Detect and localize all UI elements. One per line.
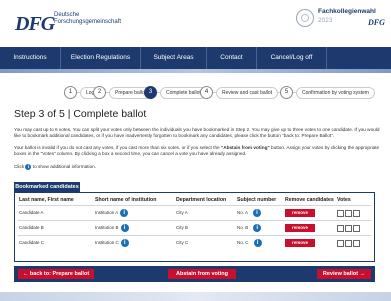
remove-button[interactable]: remove: [285, 209, 315, 217]
election-dfg-logo: DFG: [368, 18, 385, 27]
cell-subject: No. A i: [237, 209, 262, 217]
dfg-logo[interactable]: DFG: [15, 13, 55, 36]
subject-text: No. B: [237, 225, 249, 231]
logo-subtitle-line1: Deutsche: [54, 12, 80, 18]
info-icon[interactable]: i: [120, 224, 129, 232]
election-seal-icon: [296, 9, 314, 27]
col-name: Last name, First name: [19, 197, 74, 203]
subject-text: No. A: [237, 210, 249, 216]
nav-contact[interactable]: Contact: [207, 47, 257, 69]
remove-button[interactable]: remove: [285, 224, 315, 232]
cell-location: City A: [176, 210, 188, 215]
nav-instructions[interactable]: Instructions: [0, 47, 61, 69]
cell-institution: Institution Bi: [95, 224, 129, 232]
vote-checkbox[interactable]: [345, 240, 352, 247]
review-ballot-button[interactable]: Review ballot →: [317, 269, 371, 279]
cell-name: Candidate C: [19, 240, 45, 245]
cell-institution: Institution Ai: [95, 209, 129, 217]
step-5: 5 Confirmation by voting system: [280, 86, 375, 99]
nav-stripe: [0, 69, 391, 73]
instructions-para-3: Click i to show additional information.: [14, 164, 382, 171]
step-number: 2: [93, 86, 106, 99]
step-label: Confirmation by voting system: [296, 86, 375, 99]
bookmarked-candidates-tab[interactable]: Bookmarked candidates: [14, 182, 80, 192]
para2-text-a: Your ballot is invalid if you do not cas…: [14, 145, 221, 150]
vote-checkbox[interactable]: [353, 225, 360, 232]
col-subject-number: Subject number: [237, 197, 277, 203]
page-title: Step 3 of 5 | Complete ballot: [14, 108, 147, 120]
vote-checkbox[interactable]: [337, 210, 344, 217]
step-number: 5: [280, 86, 293, 99]
info-icon[interactable]: i: [120, 209, 129, 217]
step-4: 4 Review and cast ballot: [200, 86, 279, 99]
vote-checkbox[interactable]: [353, 240, 360, 247]
para3-text-a: Click: [14, 164, 26, 170]
col-institution: Short name of institution: [95, 197, 157, 203]
step-number: 3: [144, 86, 157, 99]
step-label: Review and cast ballot: [216, 86, 279, 99]
col-remove: Remove candidates: [285, 197, 334, 203]
back-to-prepare-ballot-button[interactable]: ← back to: Prepare ballot: [18, 269, 94, 279]
col-location: Department location: [176, 197, 227, 203]
action-bar: ← back to: Prepare ballot Abstain from v…: [14, 266, 375, 282]
row-divider: [18, 220, 371, 221]
step-3-current: 3 Complete ballot: [144, 86, 207, 99]
footer-stripe: [0, 292, 391, 301]
cell-location: City C: [176, 240, 189, 245]
bookmarked-candidates-panel: Last name, First name Short name of inst…: [14, 192, 375, 262]
vote-checkbox[interactable]: [353, 210, 360, 217]
col-votes: Votes: [337, 197, 351, 203]
instructions-para-2: Your ballot is invalid if you do not cas…: [14, 145, 382, 158]
logo-subtitle-line2: Forschungsgemeinschaft: [54, 19, 122, 25]
step-number: 1: [64, 86, 77, 99]
logo-subtitle: Deutsche Forschungsgemeinschaft: [54, 12, 121, 26]
info-icon[interactable]: i: [120, 239, 129, 247]
institution-text: Institution B: [95, 225, 119, 231]
header: DFG Deutsche Forschungsgemeinschaft Fach…: [0, 0, 391, 44]
cell-name: Candidate A: [19, 210, 44, 215]
instructions-para-1: You may cast up to 6 votes. You can spli…: [14, 127, 380, 139]
vote-checkbox[interactable]: [337, 225, 344, 232]
info-icon[interactable]: i: [253, 224, 262, 232]
cell-subject: No. C i: [237, 239, 262, 247]
step-indicator: 1Login 2Prepare ballot 3Complete ballot …: [0, 86, 391, 100]
nav-cancel-logoff[interactable]: Cancel/Log off: [257, 47, 327, 69]
main-nav: Instructions Election Regulations Subjec…: [0, 47, 391, 69]
subject-text: No. C: [237, 240, 249, 246]
vote-checkbox[interactable]: [345, 210, 352, 217]
cell-subject: No. B i: [237, 224, 262, 232]
remove-button[interactable]: remove: [285, 239, 315, 247]
para3-text-b: to show additional information.: [31, 164, 97, 170]
para2-abstain-emphasis: "Abstain from voting": [220, 145, 270, 150]
election-year: 2023: [318, 17, 333, 24]
election-title: Fachkollegienwahl: [318, 8, 376, 15]
nav-election-regulations[interactable]: Election Regulations: [61, 47, 141, 69]
row-divider: [18, 235, 371, 236]
abstain-button[interactable]: Abstain from voting: [168, 269, 236, 279]
institution-text: Institution C: [95, 240, 119, 246]
info-icon[interactable]: i: [253, 239, 262, 247]
cell-institution: Institution Ci: [95, 239, 129, 247]
header-divider: [18, 205, 371, 206]
vote-checkbox[interactable]: [345, 225, 352, 232]
cell-name: Candidate B: [19, 225, 44, 230]
institution-text: Institution A: [95, 210, 119, 216]
info-icon[interactable]: i: [253, 209, 262, 217]
vote-checkbox[interactable]: [337, 240, 344, 247]
nav-subject-areas[interactable]: Subject Areas: [141, 47, 207, 69]
step-number: 4: [200, 86, 213, 99]
cell-location: City B: [176, 225, 189, 230]
